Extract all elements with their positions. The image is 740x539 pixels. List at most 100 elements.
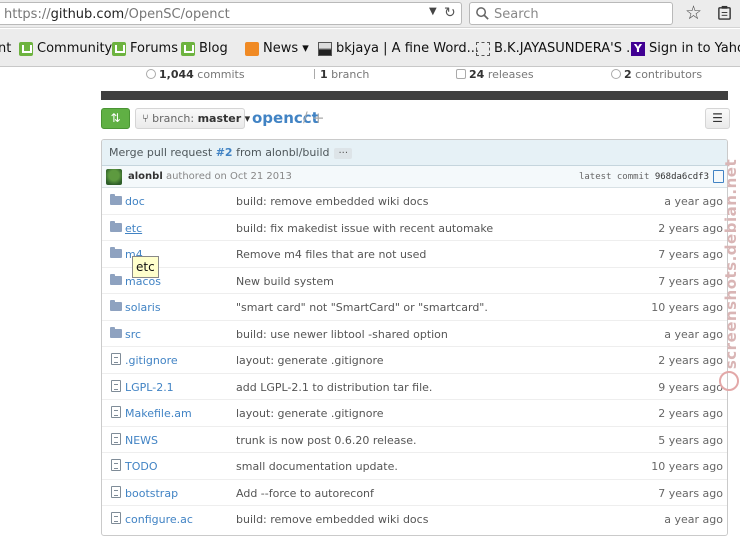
table-row: etc build: fix makedist issue with recent… — [102, 215, 727, 241]
commit-age: 7 years ago — [658, 248, 723, 261]
commit-age: 10 years ago — [651, 301, 723, 314]
table-row: TODO small documentation update. 10 years … — [102, 453, 727, 480]
bookmark-news[interactable]: News ▾ — [245, 41, 309, 56]
mint-icon — [181, 41, 195, 56]
bookmark-bkjaya[interactable]: bkjaya | A fine Word... — [318, 41, 479, 56]
stat-contributors[interactable]: 2 contributors — [611, 68, 702, 81]
clipboard-icon[interactable] — [717, 5, 732, 20]
folder-icon — [110, 326, 122, 338]
commit-age: 9 years ago — [658, 380, 723, 394]
commit-message-link[interactable]: trunk is now post 0.6.20 release. — [236, 434, 416, 447]
commit-message-link[interactable]: build: remove embedded wiki docs — [236, 195, 428, 208]
browser-toolbar: https://github.com/OpenSC/openct ▼ ↻ Sea… — [0, 0, 740, 28]
file-name-link[interactable]: TODO — [125, 460, 158, 473]
file-name-link[interactable]: bootstrap — [125, 487, 178, 500]
commit-message-link[interactable]: small documentation update. — [236, 460, 398, 473]
commit-message-link[interactable]: "smart card" not "SmartCard" or "smartca… — [236, 301, 488, 314]
stat-releases[interactable]: 24 releases — [456, 68, 534, 81]
commit-message-link[interactable]: Remove m4 files that are not used — [236, 248, 426, 261]
yahoo-icon: Y — [631, 41, 645, 56]
commit-message-link[interactable]: New build system — [236, 275, 334, 288]
expand-commit-button[interactable]: ··· — [334, 148, 353, 159]
stat-branch[interactable]: 1 branch — [314, 68, 369, 81]
file-name-link[interactable]: LGPL-2.1 — [125, 381, 174, 394]
file-name-link[interactable]: src — [125, 328, 141, 341]
bookmark-blog[interactable]: Blog — [181, 41, 228, 56]
stat-commits[interactable]: 1,044 commits — [146, 68, 245, 81]
bookmark-bkjayasundera[interactable]: B.K.JAYASUNDERA'S ... — [476, 41, 639, 56]
commit-message-link[interactable]: Add --force to autoreconf — [236, 487, 374, 500]
avatar[interactable] — [106, 169, 122, 185]
file-name-link[interactable]: .gitignore — [125, 354, 178, 367]
list-view-button[interactable]: ☰ — [705, 108, 730, 129]
caret-down-icon: ▾ — [244, 112, 251, 125]
repo-stats: 1,044 commits 1 branch 24 releases 2 con… — [101, 67, 728, 91]
file-name-link[interactable]: configure.ac — [125, 513, 193, 526]
rss-icon — [245, 41, 259, 56]
branch-icon: ⑂ — [142, 112, 149, 125]
file-name-link[interactable]: Makefile.am — [125, 407, 192, 420]
commit-age: a year ago — [664, 195, 723, 208]
commit-message-link[interactable]: build: use newer libtool -shared option — [236, 328, 448, 341]
file-icon — [111, 406, 121, 418]
commit-age: a year ago — [664, 327, 723, 341]
repo-name-link[interactable]: opencct — [252, 109, 319, 127]
latest-commit: latest commit 968da6cdf3 — [578, 172, 709, 182]
table-row: NEWS trunk is now post 0.6.20 release. 5 y… — [102, 427, 727, 453]
branch-select-button[interactable]: ⑂ branch: master ▾ — [135, 108, 250, 129]
table-row: Makefile.am layout: generate .gitignore 2 … — [102, 400, 727, 427]
bookmark-forums[interactable]: Forums — [112, 41, 178, 56]
commit-message-link[interactable]: add LGPL-2.1 to distribution tar file. — [236, 381, 432, 394]
file-name-link[interactable]: etc — [125, 222, 142, 235]
folder-icon — [110, 220, 122, 232]
url-text[interactable]: https://github.com/OpenSC/openct — [4, 7, 230, 22]
mint-icon — [112, 41, 126, 56]
blank-page-icon — [476, 41, 490, 56]
history-icon — [146, 69, 156, 79]
table-row: bootstrap Add --force to autoreconf 7 year… — [102, 480, 727, 506]
path-separator: / — [303, 110, 308, 126]
commit-age: 2 years ago — [658, 221, 723, 235]
commit-message-link[interactable]: build: remove embedded wiki docs — [236, 513, 428, 526]
url-field[interactable]: https://github.com/OpenSC/openct ▼ ↻ — [0, 2, 462, 25]
people-icon — [611, 69, 621, 79]
url-history-dropdown-icon[interactable]: ▼ — [429, 6, 437, 17]
commit-age: 7 years ago — [658, 486, 723, 500]
reload-icon[interactable]: ↻ — [444, 5, 456, 21]
file-name-link[interactable]: NEWS — [125, 434, 158, 447]
commit-title: Merge pull request #2 from alonbl/build ·… — [102, 140, 727, 166]
commit-sha-link[interactable]: 968da6cdf3 — [655, 172, 709, 182]
pr-link[interactable]: #2 — [216, 146, 233, 159]
commit-message-link[interactable]: layout: generate .gitignore — [236, 354, 384, 367]
tag-icon — [456, 69, 466, 79]
author-link[interactable]: alonbl — [128, 171, 163, 182]
search-field[interactable]: Search — [469, 2, 673, 25]
bookmarks-bar: nt Community Forums Blog News ▾ bkjaya |… — [0, 29, 740, 67]
file-icon — [111, 459, 121, 471]
search-icon — [476, 7, 489, 20]
file-name-link[interactable]: solaris — [125, 301, 161, 314]
bookmark-star-icon[interactable]: ☆ — [685, 2, 702, 24]
tooltip: etc — [132, 256, 159, 278]
watermark: screenshots.debian.net — [722, 158, 740, 370]
file-name-link[interactable]: doc — [125, 195, 145, 208]
bookmark-yahoo[interactable]: YSign in to Yahoo — [631, 41, 740, 56]
file-table: Merge pull request #2 from alonbl/build ·… — [101, 139, 728, 536]
new-file-button[interactable]: + — [312, 109, 325, 127]
file-icon — [111, 512, 121, 524]
compare-button[interactable]: ⇅ — [101, 108, 130, 129]
commit-age: 5 years ago — [658, 433, 723, 447]
list-icon: ☰ — [712, 111, 723, 125]
table-row: .gitignore layout: generate .gitignore 2 y… — [102, 347, 727, 374]
watermark-logo-icon — [719, 371, 739, 391]
bookmark-community[interactable]: Community — [19, 41, 112, 56]
commit-age: 10 years ago — [651, 460, 723, 473]
commit-message-link[interactable]: layout: generate .gitignore — [236, 407, 384, 420]
commit-age: a year ago — [664, 513, 723, 526]
photo-icon — [318, 41, 332, 56]
commit-message-link[interactable]: build: fix makedist issue with recent au… — [236, 222, 493, 235]
bookmark-partial[interactable]: nt — [0, 41, 11, 56]
file-icon — [111, 485, 121, 498]
table-row: configure.ac build: remove embedded wiki … — [102, 506, 727, 533]
commit-meta: alonbl authored on Oct 21 2013 latest co… — [102, 166, 727, 188]
